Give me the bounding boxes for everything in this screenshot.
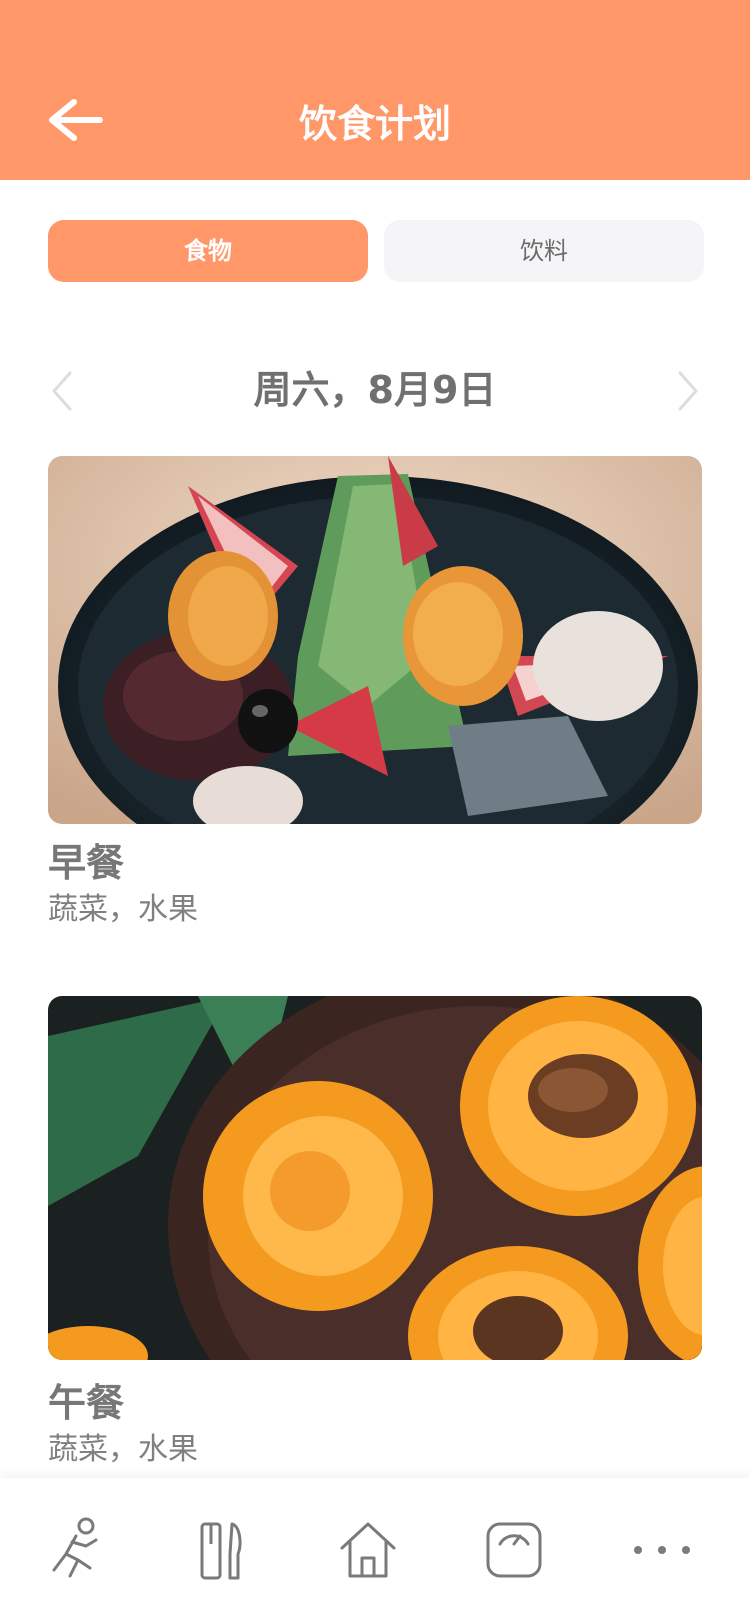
meal-title-lunch: 午餐 [48, 1381, 125, 1425]
meal-title-breakfast: 早餐 [48, 841, 125, 885]
tab-food[interactable]: 食物 [48, 220, 368, 282]
next-day-button[interactable] [666, 369, 706, 413]
tab-drink[interactable]: 饮料 [384, 220, 704, 282]
tab-more[interactable] [626, 1514, 698, 1586]
page-title: 饮食计划 [298, 102, 451, 146]
chevron-right-icon [678, 371, 698, 411]
lunch-image[interactable] [48, 996, 702, 1360]
meal-desc-breakfast: 蔬菜，水果 [48, 892, 198, 927]
run-icon [52, 1517, 98, 1578]
dessert-bowl-photo [48, 456, 702, 824]
apricot-photo [48, 996, 702, 1360]
date-navigator: 周六，8月9日 [0, 355, 750, 425]
bottom-tab-bar [0, 1478, 750, 1624]
breakfast-image[interactable] [48, 456, 702, 824]
scale-icon [486, 1522, 542, 1578]
more-icon [634, 1546, 690, 1554]
header-bar: 饮食计划 [0, 0, 750, 180]
date-label: 周六，8月9日 [253, 368, 497, 412]
tab-diet[interactable] [186, 1514, 258, 1586]
utensils-icon [200, 1522, 242, 1580]
meal-desc-lunch: 蔬菜，水果 [48, 1432, 198, 1467]
home-icon [340, 1522, 396, 1578]
tab-weight[interactable] [478, 1514, 550, 1586]
tab-exercise[interactable] [40, 1514, 112, 1586]
tab-home[interactable] [332, 1514, 404, 1586]
